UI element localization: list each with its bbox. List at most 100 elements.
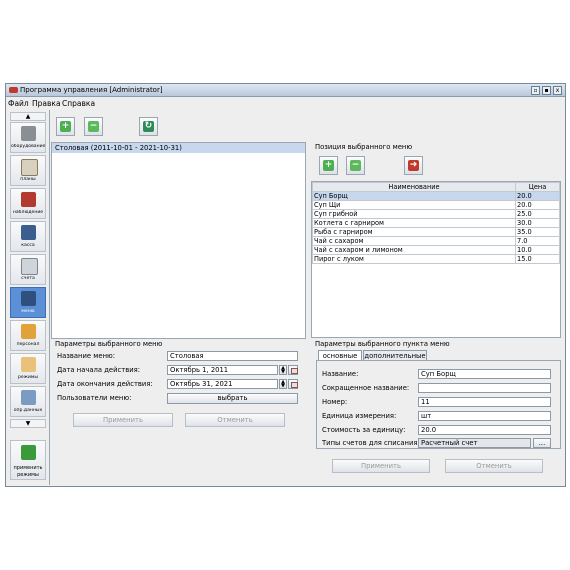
column-header-name[interactable]: Наименование <box>312 182 516 192</box>
table-header-row: Наименование Цена <box>312 182 560 192</box>
app-icon <box>9 87 18 93</box>
cell-name: Котлета с гарниром <box>312 218 516 228</box>
start-date-spinner[interactable]: ▲ ▼ <box>279 365 287 375</box>
cell-name: Рыба с гарниром <box>312 227 516 237</box>
nav-label: касса <box>21 243 35 248</box>
floor-plan-icon <box>21 159 38 176</box>
nav-label: меню <box>21 309 35 314</box>
menu-cancel-button[interactable]: Отменить <box>185 413 285 427</box>
refresh-button[interactable]: ↻ <box>139 117 158 136</box>
nav-equipment[interactable]: оборудование <box>10 122 46 153</box>
item-unit-input[interactable]: шт <box>418 411 551 421</box>
maximize-button[interactable]: ▪ <box>542 86 551 95</box>
item-cancel-button[interactable]: Отменить <box>445 459 543 473</box>
cell-price: 20.0 <box>515 191 560 201</box>
table-row[interactable]: Суп грибной 25.0 <box>312 209 560 219</box>
nav-monitoring[interactable]: наблюдение <box>10 188 46 219</box>
end-date-spinner[interactable]: ▲ ▼ <box>279 379 287 389</box>
cash-register-icon <box>21 225 36 240</box>
nav-bills[interactable]: счета <box>10 254 46 285</box>
window-title: Программа управления [Administrator] <box>20 86 163 94</box>
cell-price: 20.0 <box>515 200 560 210</box>
menu-file[interactable]: Файл <box>8 99 29 108</box>
table-row[interactable]: Суп Щи 20.0 <box>312 200 560 210</box>
menu-name-label: Название меню: <box>57 352 116 360</box>
close-button[interactable]: x <box>553 86 562 95</box>
monitoring-icon <box>21 192 36 207</box>
menu-list-item-label: Столовая (2011-10-01 - 2021-10-31) <box>55 144 182 152</box>
cell-price: 7.0 <box>515 236 560 246</box>
end-date-calendar-button[interactable] <box>288 379 298 389</box>
nav-scroll-down[interactable]: ▼ <box>10 419 46 428</box>
cell-name: Чай с сахаром <box>312 236 516 246</box>
remove-position-button[interactable]: − <box>346 156 365 175</box>
menu-edit[interactable]: Правка <box>32 99 61 108</box>
nav-scroll-up[interactable]: ▲ <box>10 112 46 121</box>
item-types-input[interactable]: Расчетный счет <box>418 438 531 448</box>
table-row[interactable]: Чай с сахаром и лимоном 10.0 <box>312 245 560 255</box>
nav-menu[interactable]: меню <box>10 287 46 318</box>
modes-icon <box>21 357 36 372</box>
add-menu-button[interactable]: + <box>56 117 75 136</box>
nav-staff[interactable]: персонал <box>10 320 46 351</box>
app-window: Программа управления [Administrator] ▫ ▪… <box>5 83 566 487</box>
menu-icon <box>21 291 36 306</box>
remove-menu-button[interactable]: − <box>84 117 103 136</box>
table-row[interactable]: Пирог с луком 15.0 <box>312 254 560 264</box>
positions-table-panel: Наименование Цена Суп Борщ 20.0 Суп Щи 20.… <box>311 181 561 338</box>
calendar-icon <box>291 382 298 388</box>
add-position-button[interactable]: + <box>319 156 338 175</box>
minimize-button[interactable]: ▫ <box>531 86 540 95</box>
menu-help[interactable]: Справка <box>62 99 95 108</box>
item-number-label: Номер: <box>322 398 348 406</box>
refresh-icon: ↻ <box>143 121 154 132</box>
item-cost-input[interactable]: 20.0 <box>418 425 551 435</box>
menu-name-input[interactable]: Столовая <box>167 351 298 361</box>
nav-plans[interactable]: планы <box>10 155 46 186</box>
column-header-price[interactable]: Цена <box>515 182 560 192</box>
table-row[interactable]: Чай с сахаром 7.0 <box>312 236 560 246</box>
item-types-button[interactable]: ... <box>533 438 551 448</box>
cell-name: Суп грибной <box>312 209 516 219</box>
remove-icon: − <box>88 121 99 132</box>
table-row[interactable]: Суп Борщ 20.0 <box>312 191 560 201</box>
nav-label: режимы <box>18 375 38 380</box>
nav-label: опр.данных <box>13 408 43 413</box>
choose-users-button[interactable]: выбрать <box>167 393 298 404</box>
item-cost-label: Стоимость за единицу: <box>322 426 406 434</box>
cell-name: Суп Щи <box>312 200 516 210</box>
start-date-input[interactable]: Октябрь 1, 2011 <box>167 365 278 375</box>
calendar-icon <box>291 368 298 374</box>
staff-icon <box>21 324 36 339</box>
cell-name: Пирог с луком <box>312 254 516 264</box>
nav-cash[interactable]: касса <box>10 221 46 252</box>
apply-modes-button[interactable]: применить режимы <box>10 440 46 480</box>
item-name-input[interactable]: Суп Борщ <box>418 369 551 379</box>
menu-bar: Файл Правка Справка <box>6 97 565 109</box>
add-icon: + <box>60 121 71 132</box>
nav-label: планы <box>20 177 36 182</box>
import-position-button[interactable]: ➜ <box>404 156 423 175</box>
list-item[interactable]: Столовая (2011-10-01 - 2021-10-31) <box>52 143 305 153</box>
apply-label-1: применить <box>13 465 43 471</box>
item-apply-button[interactable]: Применить <box>332 459 430 473</box>
data-icon <box>21 390 36 405</box>
nav-label: счета <box>21 276 35 281</box>
table-row[interactable]: Котлета с гарниром 30.0 <box>312 218 560 228</box>
nav-label: персонал <box>16 342 40 347</box>
item-number-input[interactable]: 11 <box>418 397 551 407</box>
menu-apply-button[interactable]: Применить <box>73 413 173 427</box>
menu-users-label: Пользователи меню: <box>57 394 132 402</box>
start-date-calendar-button[interactable] <box>288 365 298 375</box>
end-date-input[interactable]: Октябрь 31, 2021 <box>167 379 278 389</box>
title-bar: Программа управления [Administrator] ▫ ▪… <box>6 84 565 97</box>
item-name-label: Название: <box>322 370 359 378</box>
bills-icon <box>21 258 38 275</box>
equipment-icon <box>21 126 36 141</box>
nav-modes[interactable]: режимы <box>10 353 46 384</box>
nav-data[interactable]: опр.данных <box>10 386 46 417</box>
item-short-label: Сокращенное название: <box>322 384 410 392</box>
table-row[interactable]: Рыба с гарниром 35.0 <box>312 227 560 237</box>
import-icon: ➜ <box>408 160 419 171</box>
item-short-input[interactable] <box>418 383 551 393</box>
